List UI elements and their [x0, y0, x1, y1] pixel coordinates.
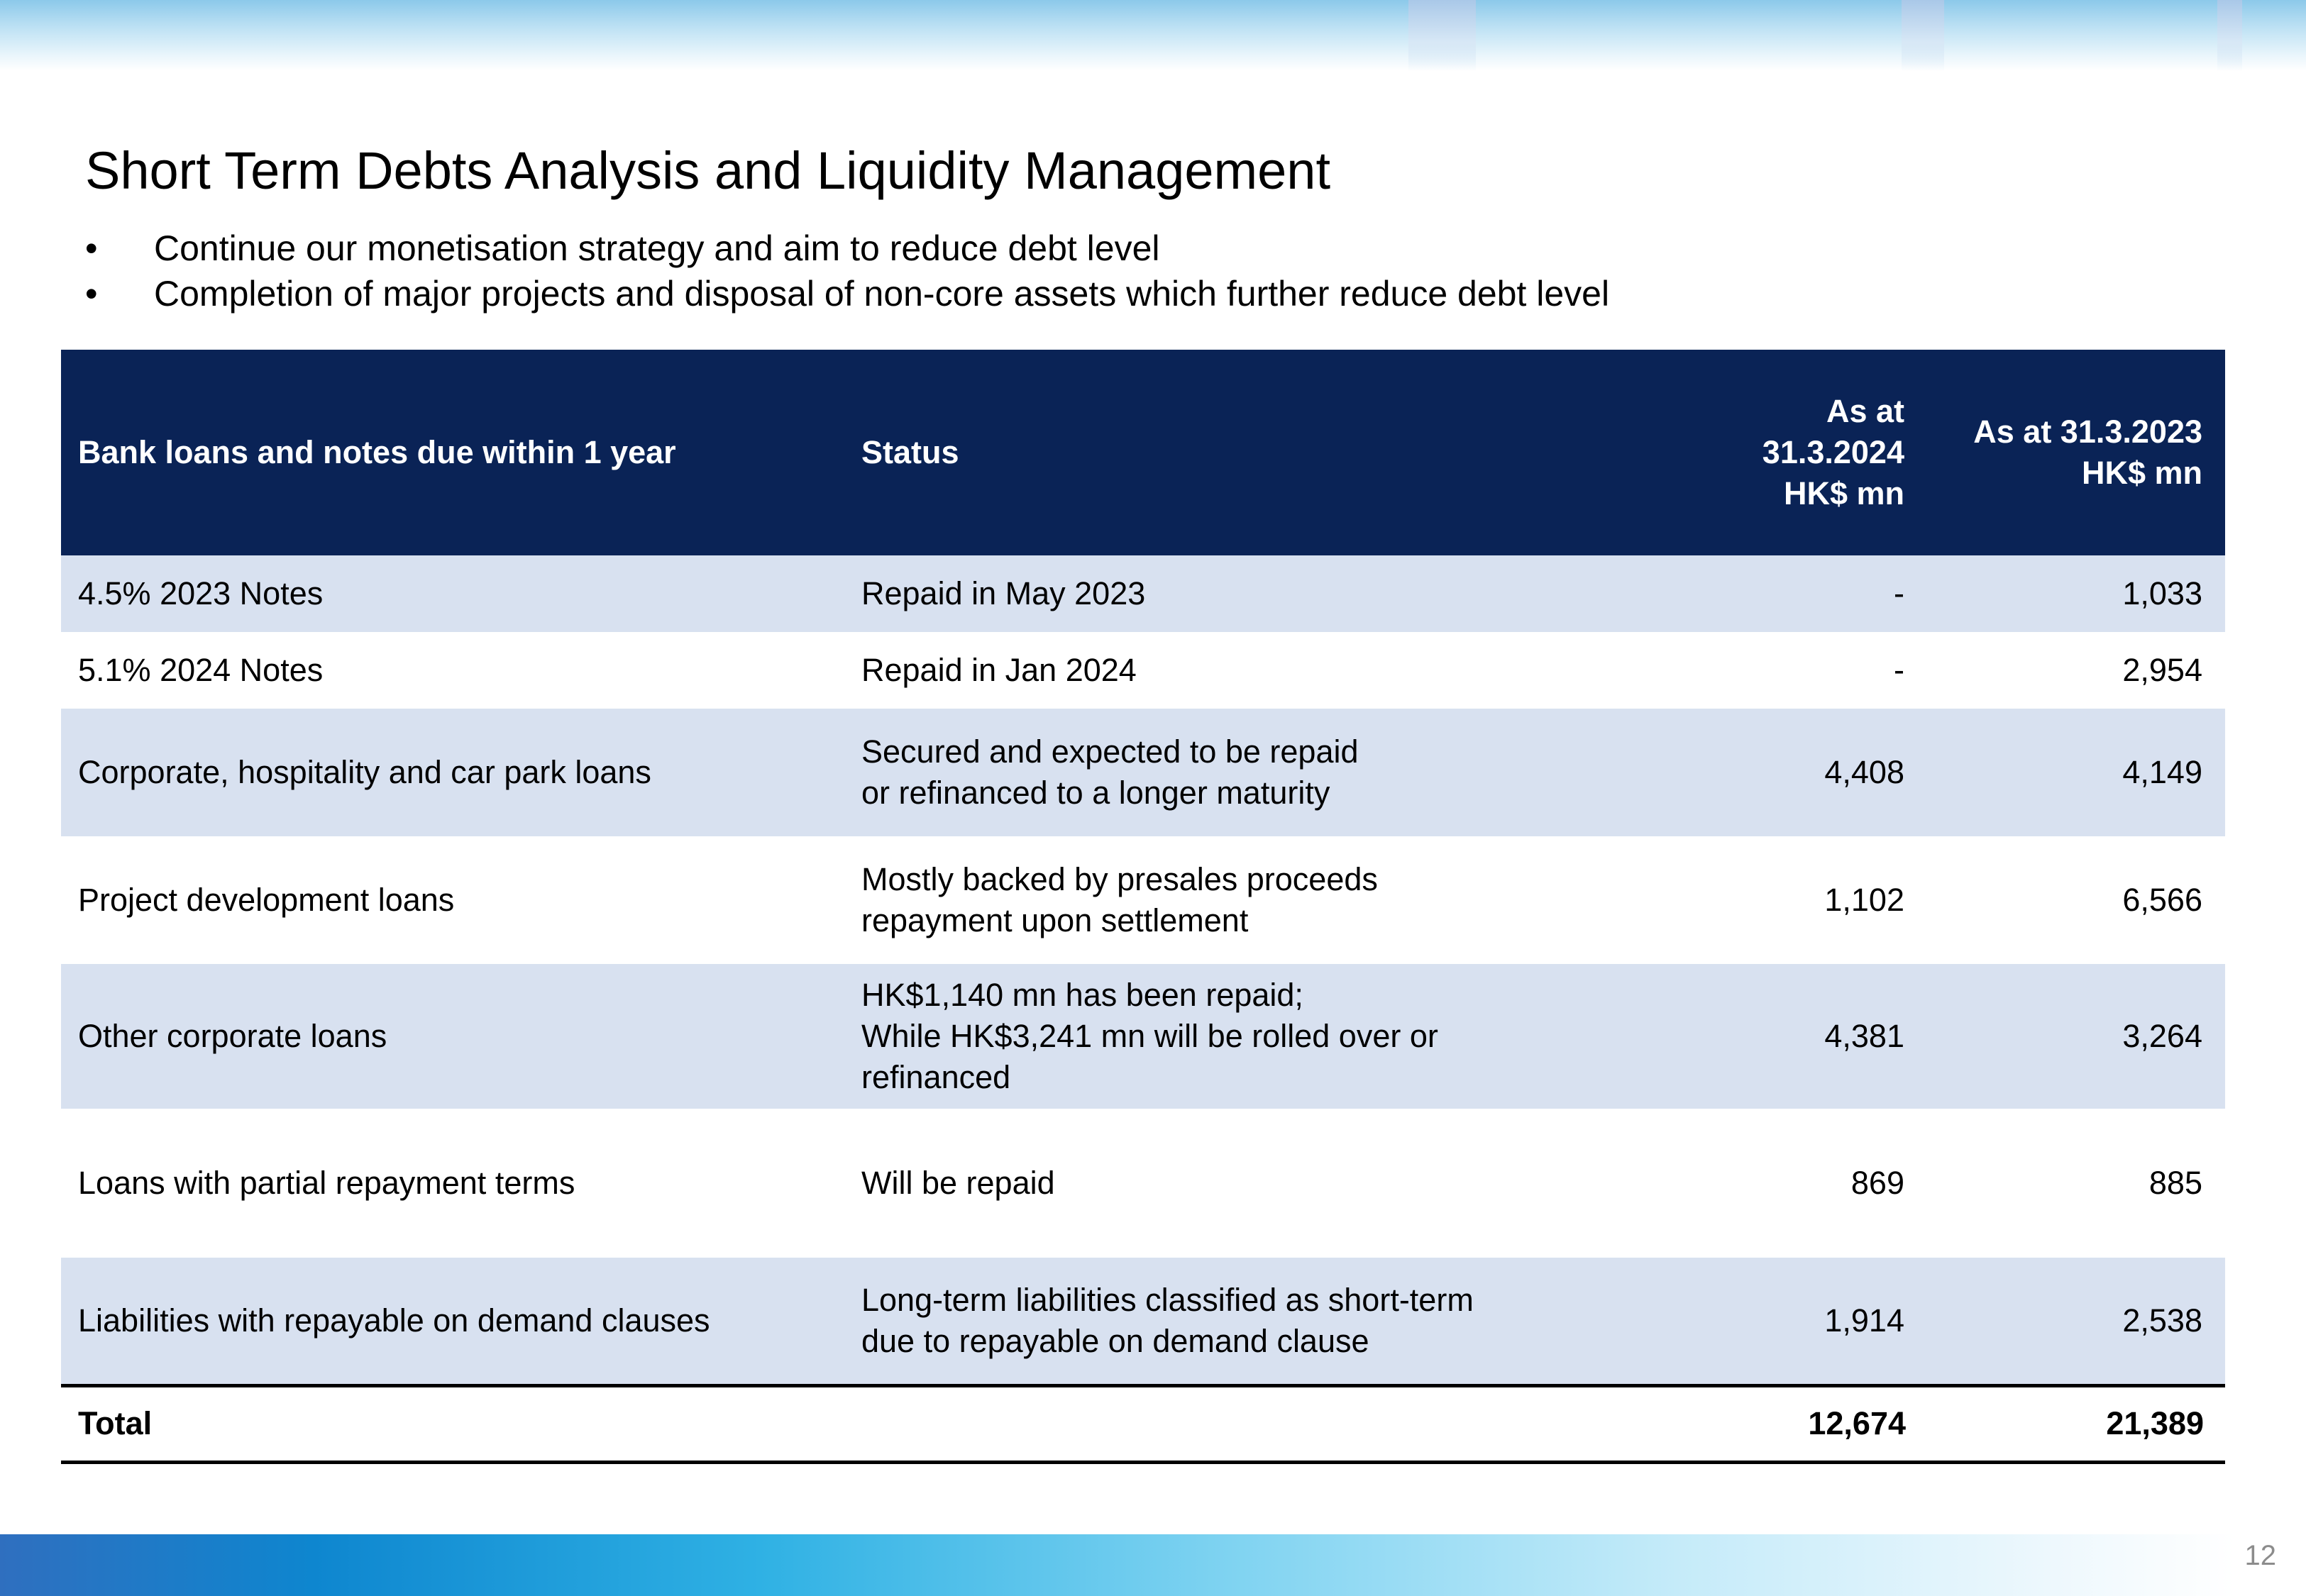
- status-line: or refinanced to a longer maturity: [861, 775, 1330, 811]
- status-line: Secured and expected to be repaid: [861, 733, 1359, 770]
- row-value-2023: 2,538: [2122, 1302, 2202, 1339]
- bullet-text: Completion of major projects and disposa…: [154, 274, 1610, 314]
- status-line: HK$1,140 mn has been repaid;: [861, 977, 1303, 1013]
- table-row: Loans with partial repayment terms Will …: [61, 1109, 2225, 1258]
- table-row: Project development loans Mostly backed …: [61, 836, 2225, 964]
- status-line: Mostly backed by presales proceeds: [861, 861, 1378, 897]
- top-band-block: [1902, 0, 1944, 71]
- status-line: repayment upon settlement: [861, 902, 1249, 938]
- table-row: 4.5% 2023 Notes Repaid in May 2023 - 1,0…: [61, 555, 2225, 632]
- total-status-empty: [844, 1385, 1679, 1462]
- row-status: Repaid in Jan 2024: [844, 632, 1679, 709]
- header-2024: As at 31.3.2024 HK$ mn: [1679, 350, 1927, 555]
- row-item: Liabilities with repayable on demand cla…: [78, 1302, 710, 1339]
- header-item: Bank loans and notes due within 1 year: [78, 434, 676, 470]
- status-line: Will be repaid: [861, 1165, 1055, 1201]
- row-value-2023: 2,954: [2122, 652, 2202, 688]
- header-status: Status: [861, 434, 959, 470]
- header-2023: As at 31.3.2023 HK$ mn: [1927, 350, 2225, 555]
- row-item: 4.5% 2023 Notes: [78, 575, 324, 611]
- row-value-2023: 885: [2148, 1165, 2202, 1201]
- row-value-2024: -: [1894, 652, 1904, 688]
- header-2024-line1: As at 31.3.2024: [1762, 393, 1904, 470]
- top-decorative-band: [0, 0, 2306, 71]
- bullet-item: • Continue our monetisation strategy and…: [85, 226, 1609, 271]
- debt-table: Bank loans and notes due within 1 year S…: [61, 350, 2225, 1464]
- bottom-decorative-band: [0, 1534, 2235, 1596]
- row-value-2024: -: [1894, 575, 1904, 611]
- table-header-row: Bank loans and notes due within 1 year S…: [61, 350, 2225, 555]
- row-value-2024: 4,381: [1824, 1018, 1904, 1054]
- row-status: Secured and expected to be repaid or ref…: [844, 709, 1679, 836]
- row-value-2024: 869: [1850, 1165, 1904, 1201]
- row-value-2023: 6,566: [2122, 882, 2202, 918]
- header-2023-line1: As at 31.3.2023: [1973, 414, 2202, 450]
- row-item: Other corporate loans: [78, 1018, 387, 1054]
- bullet-dot: •: [85, 274, 98, 314]
- page-number: 12: [2244, 1540, 2277, 1571]
- table-row: Corporate, hospitality and car park loan…: [61, 709, 2225, 836]
- row-value-2024: 4,408: [1824, 754, 1904, 790]
- status-line: Repaid in Jan 2024: [861, 652, 1137, 688]
- top-band-block: [2217, 0, 2242, 71]
- table-row: 5.1% 2024 Notes Repaid in Jan 2024 - 2,9…: [61, 632, 2225, 709]
- row-status: Repaid in May 2023: [844, 555, 1679, 632]
- row-value-2023: 4,149: [2122, 754, 2202, 790]
- status-line: refinanced: [861, 1059, 1011, 1095]
- row-status: Long-term liabilities classified as shor…: [844, 1258, 1679, 1385]
- status-line: due to repayable on demand clause: [861, 1322, 1369, 1359]
- status-line: Long-term liabilities classified as shor…: [861, 1281, 1474, 1318]
- row-status: Mostly backed by presales proceeds repay…: [844, 836, 1679, 964]
- top-band-block: [1408, 0, 1476, 71]
- row-status: Will be repaid: [844, 1109, 1679, 1258]
- row-item: Corporate, hospitality and car park loan…: [78, 754, 651, 790]
- row-item: Loans with partial repayment terms: [78, 1165, 575, 1201]
- header-2023-line2: HK$ mn: [2081, 455, 2202, 491]
- page-title: Short Term Debts Analysis and Liquidity …: [85, 141, 1331, 200]
- total-label: Total: [78, 1405, 153, 1441]
- total-value-2024: 12,674: [1808, 1405, 1906, 1441]
- bullet-text: Continue our monetisation strategy and a…: [154, 228, 1160, 268]
- row-item: 5.1% 2024 Notes: [78, 652, 324, 688]
- status-line: Repaid in May 2023: [861, 575, 1146, 611]
- bullet-list: • Continue our monetisation strategy and…: [85, 226, 1609, 316]
- header-2024-line2: HK$ mn: [1783, 475, 1904, 511]
- row-item: Project development loans: [78, 882, 455, 918]
- status-line: While HK$3,241 mn will be rolled over or: [861, 1018, 1438, 1054]
- row-value-2023: 1,033: [2122, 575, 2202, 611]
- table-row: Liabilities with repayable on demand cla…: [61, 1258, 2225, 1385]
- total-value-2023: 21,389: [2106, 1405, 2204, 1441]
- table-row: Other corporate loans HK$1,140 mn has be…: [61, 964, 2225, 1109]
- bullet-dot: •: [85, 228, 98, 268]
- bullet-item: • Completion of major projects and dispo…: [85, 271, 1609, 316]
- row-value-2023: 3,264: [2122, 1018, 2202, 1054]
- table-total-row: Total 12,674 21,389: [61, 1385, 2225, 1462]
- row-value-2024: 1,102: [1824, 882, 1904, 918]
- row-value-2024: 1,914: [1824, 1302, 1904, 1339]
- row-status: HK$1,140 mn has been repaid; While HK$3,…: [844, 964, 1679, 1109]
